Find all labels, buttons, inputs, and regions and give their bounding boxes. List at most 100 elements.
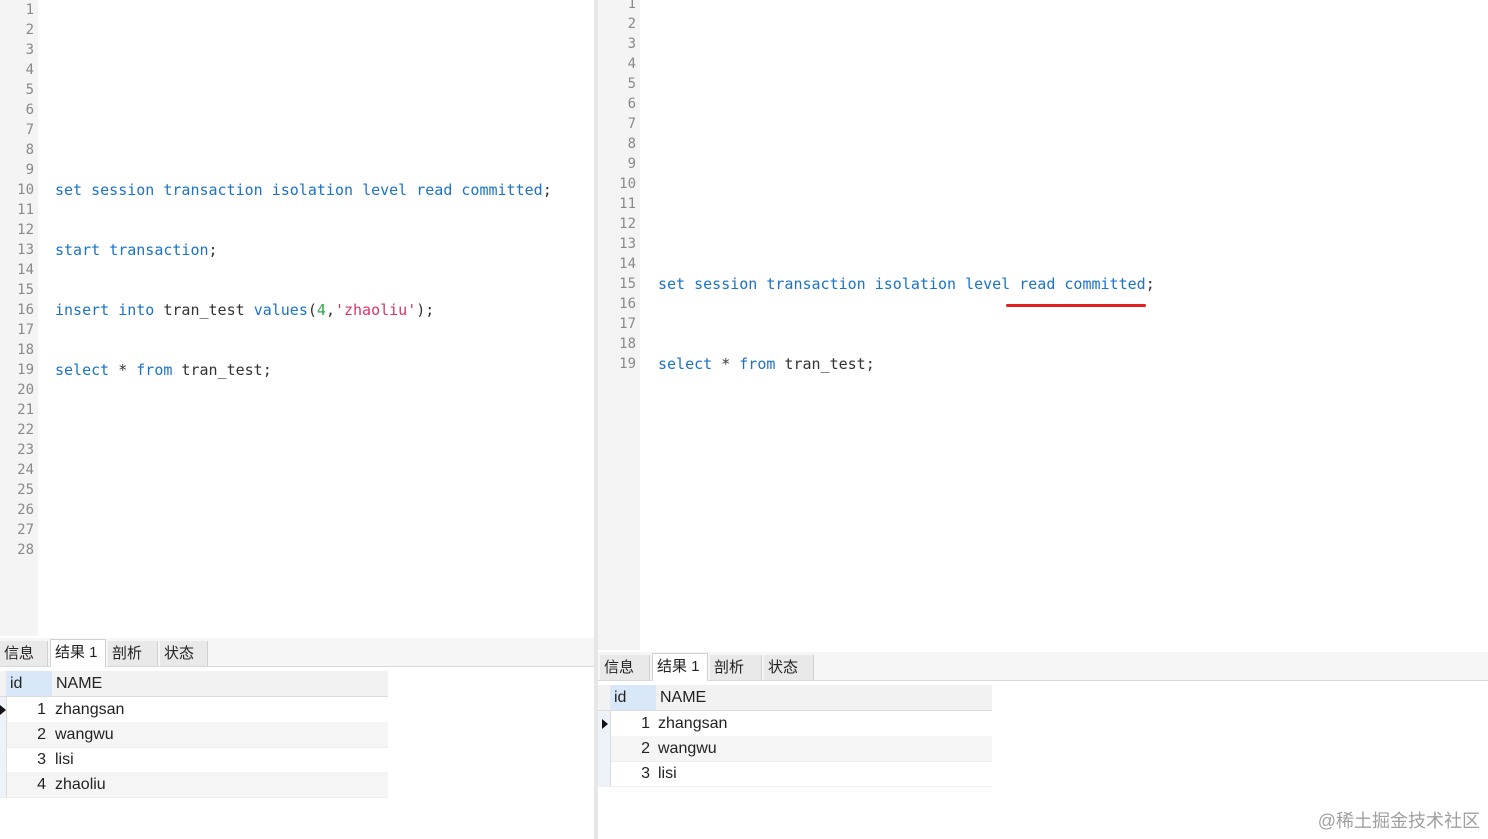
line-number: 13 xyxy=(619,236,636,252)
left-line-number-gutter: 1 2 3 4 5 6 7 8 9 10 11 12 13 14 15 16 17 18 19 20 21 22 23 24 2… xyxy=(0,0,38,636)
line-number: 1 xyxy=(25,2,34,18)
sql-keyword: read xyxy=(1019,275,1056,293)
sql-text: * xyxy=(109,361,137,379)
line-number: 28 xyxy=(17,542,34,558)
line-number: 7 xyxy=(25,122,34,138)
sql-keyword: committed xyxy=(461,181,543,199)
sql-keyword: set xyxy=(55,181,83,199)
line-number: 26 xyxy=(17,502,34,518)
result-tab-0[interactable]: 信息 xyxy=(0,641,48,666)
line-number: 2 xyxy=(25,22,34,38)
table-row[interactable]: 2 wangwu xyxy=(0,722,388,748)
line-number: 14 xyxy=(619,256,636,272)
line-number: 10 xyxy=(619,176,636,192)
cell-id[interactable]: 2 xyxy=(610,736,650,761)
line-number: 11 xyxy=(619,196,636,212)
sql-text: ( xyxy=(307,301,317,319)
current-row-pointer-icon xyxy=(602,719,608,729)
sql-keyword: from xyxy=(136,361,173,379)
sql-code-line[interactable]: set session transaction isolation level … xyxy=(658,274,1155,294)
table-row[interactable]: 2 wangwu xyxy=(598,736,992,762)
cell-name[interactable]: lisi xyxy=(55,747,74,772)
cell-name[interactable]: wangwu xyxy=(55,722,114,747)
sql-keyword: isolation xyxy=(874,275,957,293)
sql-code-line[interactable]: set session transaction isolation level … xyxy=(55,180,552,200)
sql-number: 4 xyxy=(316,301,326,319)
red-underline-annotation xyxy=(1006,304,1146,307)
line-number: 8 xyxy=(627,136,636,152)
left-query-pane: 1 2 3 4 5 6 7 8 9 10 11 12 13 14 15 16 17 18 19 20 21 22 23 24 2… xyxy=(0,0,594,839)
column-header-name[interactable]: NAME xyxy=(52,671,388,696)
cell-id[interactable]: 3 xyxy=(610,761,650,786)
line-number: 24 xyxy=(17,462,34,478)
sql-keyword: level xyxy=(362,181,408,199)
sql-keyword: read xyxy=(416,181,453,199)
line-number: 15 xyxy=(17,282,34,298)
result-tab-0[interactable]: 信息 xyxy=(600,655,650,680)
line-number: 12 xyxy=(619,216,636,232)
sql-code-line[interactable]: select * from tran_test; xyxy=(658,354,875,374)
table-row[interactable]: 1 zhangsan xyxy=(0,697,388,723)
cell-id[interactable]: 4 xyxy=(6,772,46,797)
left-result-tabbar: 信息 结果 1 剖析 状态 xyxy=(0,638,594,667)
sql-keyword: select xyxy=(55,361,110,379)
table-row[interactable]: 3 lisi xyxy=(0,747,388,773)
line-number: 5 xyxy=(25,82,34,98)
sql-text: ); xyxy=(416,301,435,319)
line-number: 10 xyxy=(17,182,34,198)
right-sql-editor[interactable]: 1 2 3 4 5 6 7 8 9 10 11 12 13 14 15 16 17 18 19 set sessio… xyxy=(598,0,1488,650)
right-line-number-gutter: 1 2 3 4 5 6 7 8 9 10 11 12 13 14 15 16 17 18 19 xyxy=(598,0,640,650)
line-number: 3 xyxy=(627,36,636,52)
left-sql-editor[interactable]: 1 2 3 4 5 6 7 8 9 10 11 12 13 14 15 16 17 18 19 20 21 22 23 24 2… xyxy=(0,0,594,636)
result-tab-1[interactable]: 结果 1 xyxy=(50,639,106,667)
sql-keyword: insert xyxy=(55,301,110,319)
table-row[interactable]: 3 lisi xyxy=(598,761,992,787)
watermark-text: @稀土掘金技术社区 xyxy=(1317,811,1480,831)
result-tab-2[interactable]: 剖析 xyxy=(108,641,158,666)
line-number: 23 xyxy=(17,442,34,458)
right-result-tabbar: 信息 结果 1 剖析 状态 xyxy=(598,652,1488,681)
cell-id[interactable]: 2 xyxy=(6,722,46,747)
cell-name[interactable]: lisi xyxy=(658,761,677,786)
cell-name[interactable]: zhangsan xyxy=(658,711,727,736)
sql-text: tran_test xyxy=(154,301,254,319)
cell-name[interactable]: wangwu xyxy=(658,736,717,761)
result-tab-1[interactable]: 结果 1 xyxy=(652,653,708,681)
cell-name[interactable]: zhangsan xyxy=(55,697,124,722)
column-header-id[interactable]: id xyxy=(6,671,52,696)
sql-text: tran_test; xyxy=(775,355,875,373)
result-tab-3[interactable]: 状态 xyxy=(160,641,208,666)
sql-keyword: select xyxy=(658,355,713,373)
sql-keyword: transaction xyxy=(109,241,209,259)
left-grid-header: id NAME xyxy=(0,671,388,697)
result-tab-3[interactable]: 状态 xyxy=(764,655,814,680)
column-header-name[interactable]: NAME xyxy=(656,685,992,710)
cell-id[interactable]: 1 xyxy=(6,697,46,722)
line-number: 18 xyxy=(17,342,34,358)
cell-id[interactable]: 1 xyxy=(610,711,650,736)
cell-name[interactable]: zhaoliu xyxy=(55,772,106,797)
result-tab-2[interactable]: 剖析 xyxy=(710,655,762,680)
sql-code-line[interactable]: select * from tran_test; xyxy=(55,360,272,380)
sql-keyword: start xyxy=(55,241,101,259)
line-number: 2 xyxy=(627,16,636,32)
sql-keyword: session xyxy=(694,275,758,293)
column-header-id[interactable]: id xyxy=(610,685,656,710)
sql-code-line[interactable]: start transaction; xyxy=(55,240,218,260)
table-row[interactable]: 1 zhangsan xyxy=(598,711,992,737)
table-row[interactable]: 4 zhaoliu xyxy=(0,772,388,798)
sql-code-line[interactable]: insert into tran_test values(4,'zhaoliu'… xyxy=(55,300,434,320)
line-number: 25 xyxy=(17,482,34,498)
line-number: 9 xyxy=(627,156,636,172)
line-number: 19 xyxy=(619,356,636,372)
line-number: 19 xyxy=(17,362,34,378)
sql-text: * xyxy=(712,355,740,373)
line-number: 17 xyxy=(17,322,34,338)
cell-id[interactable]: 3 xyxy=(6,747,46,772)
